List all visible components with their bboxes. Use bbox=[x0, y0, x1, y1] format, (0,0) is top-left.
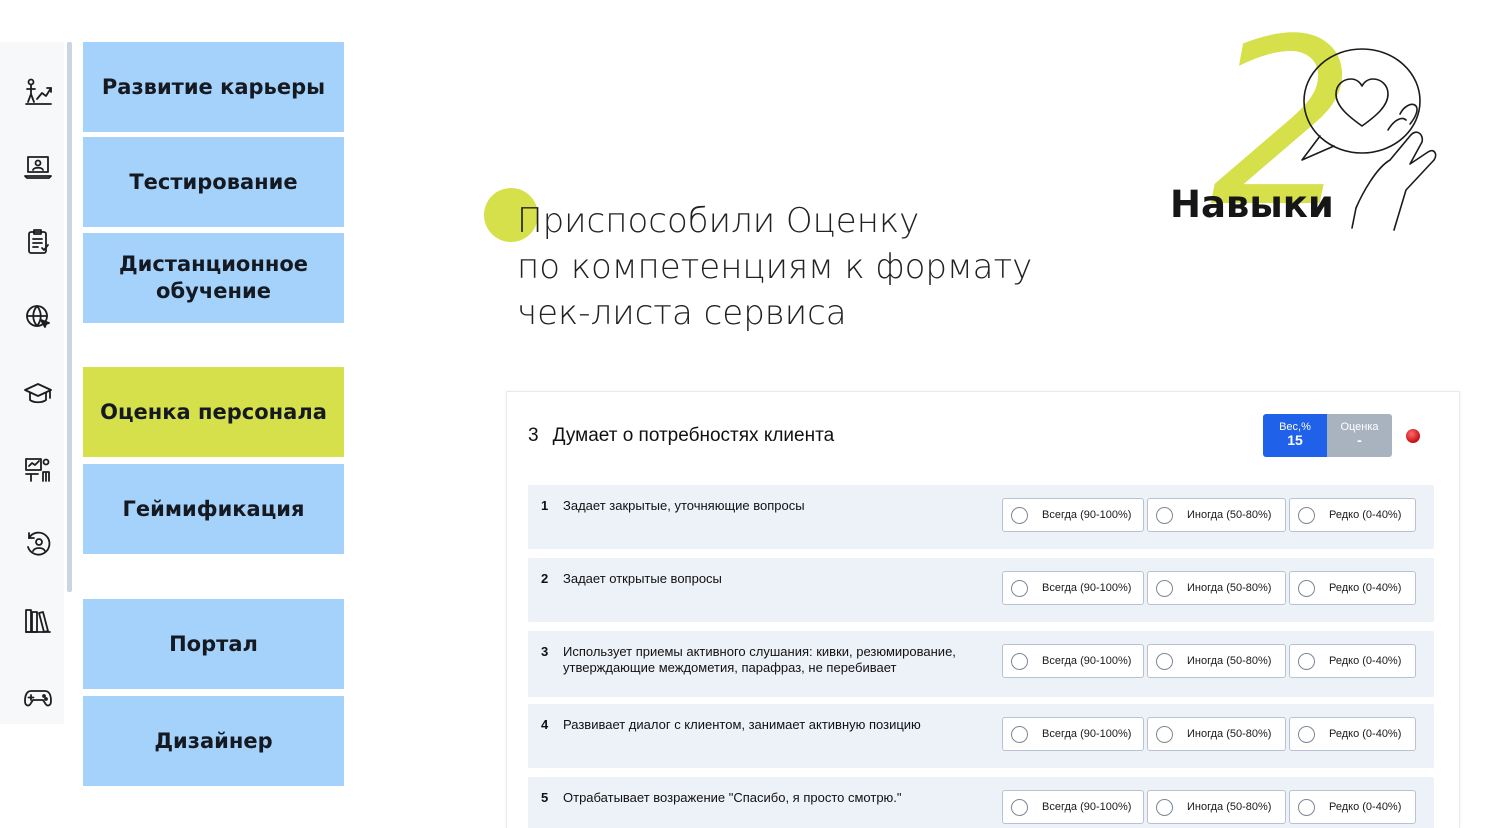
radio-button[interactable] bbox=[1156, 725, 1173, 743]
radio-button[interactable] bbox=[1156, 506, 1173, 524]
checklist-row: 4 Развивает диалог с клиентом, занимает … bbox=[528, 704, 1434, 768]
option-sometimes[interactable]: Иногда (50-80%) bbox=[1147, 498, 1286, 532]
radio-button[interactable] bbox=[1156, 798, 1173, 816]
row-number: 4 bbox=[541, 717, 549, 732]
row-text: Задает открытые вопросы bbox=[563, 571, 722, 586]
score-chip: Оценка - bbox=[1327, 414, 1392, 457]
menu-tile-label: Развитие карьеры bbox=[101, 74, 326, 99]
option-label: Всегда (90-100%) bbox=[1042, 655, 1132, 667]
option-label: Редко (0-40%) bbox=[1329, 801, 1402, 813]
radio-button[interactable] bbox=[1011, 506, 1028, 524]
clipboard-icon[interactable] bbox=[20, 224, 56, 260]
option-label: Иногда (50-80%) bbox=[1187, 728, 1272, 740]
option-always[interactable]: Всегда (90-100%) bbox=[1002, 717, 1144, 751]
weight-chip: Вес,% 15 bbox=[1263, 414, 1327, 457]
option-rarely[interactable]: Редко (0-40%) bbox=[1289, 644, 1416, 678]
section-header: 3 Думает о потребностях клиента bbox=[528, 425, 834, 447]
menu-tile-distance-learning[interactable]: Дистанционное обучение bbox=[83, 233, 344, 323]
checklist-card: 3 Думает о потребностях клиента Вес,% 15 … bbox=[506, 391, 1460, 828]
option-label: Всегда (90-100%) bbox=[1042, 509, 1132, 521]
radio-button[interactable] bbox=[1011, 798, 1028, 816]
menu-tile-label: Дистанционное обучение bbox=[118, 252, 309, 303]
radio-button[interactable] bbox=[1011, 652, 1028, 670]
checklist-row: 1 Задает закрытые, уточняющие вопросы Вс… bbox=[528, 485, 1434, 549]
menu-tile-staff-assessment[interactable]: Оценка персонала bbox=[83, 367, 344, 457]
menu-tile-label: Дизайнер bbox=[154, 728, 273, 753]
option-always[interactable]: Всегда (90-100%) bbox=[1002, 571, 1144, 605]
row-number: 3 bbox=[541, 644, 549, 659]
option-rarely[interactable]: Редко (0-40%) bbox=[1289, 790, 1416, 824]
section-title: Думает о потребностях клиента bbox=[552, 425, 835, 446]
row-number: 1 bbox=[541, 498, 549, 513]
row-number: 2 bbox=[541, 571, 549, 586]
menu-tile-label: Оценка персонала bbox=[100, 399, 327, 424]
radio-button[interactable] bbox=[1011, 579, 1028, 597]
checklist-row: 5 Отрабатывает возражение "Спасибо, я пр… bbox=[528, 777, 1434, 828]
option-sometimes[interactable]: Иногда (50-80%) bbox=[1147, 717, 1286, 751]
radio-button[interactable] bbox=[1156, 579, 1173, 597]
radio-button[interactable] bbox=[1298, 725, 1315, 743]
row-text: Отрабатывает возражение "Спасибо, я прос… bbox=[563, 790, 902, 805]
headline-line: по компетенциям к формату bbox=[517, 247, 1033, 287]
option-sometimes[interactable]: Иногда (50-80%) bbox=[1147, 644, 1286, 678]
headline-line: Приспособили Оценку bbox=[517, 201, 920, 241]
radio-button[interactable] bbox=[1298, 506, 1315, 524]
menu-tile-gamification[interactable]: Геймификация bbox=[83, 464, 344, 554]
status-indicator bbox=[1406, 429, 1420, 443]
menu-tile-career[interactable]: Развитие карьеры bbox=[83, 42, 344, 132]
menu-tile-testing[interactable]: Тестирование bbox=[83, 137, 344, 227]
row-number: 5 bbox=[541, 790, 549, 805]
globe-cursor-icon[interactable] bbox=[20, 299, 56, 335]
row-text: Развивает диалог с клиентом, занимает ак… bbox=[563, 717, 921, 732]
laptop-icon[interactable] bbox=[20, 149, 56, 185]
checklist-row: 2 Задает открытые вопросы Всегда (90-100… bbox=[528, 558, 1434, 622]
row-text: Использует приемы активного слушания: ки… bbox=[563, 644, 956, 675]
option-always[interactable]: Всегда (90-100%) bbox=[1002, 498, 1144, 532]
page-headline: Приспособили Оценку по компетенциям к фо… bbox=[517, 198, 1137, 336]
radio-button[interactable] bbox=[1298, 652, 1315, 670]
checklist-row: 3 Использует приемы активного слушания: … bbox=[528, 631, 1434, 697]
person-refresh-icon[interactable] bbox=[20, 526, 56, 562]
menu-tile-label: Тестирование bbox=[129, 169, 298, 194]
option-label: Всегда (90-100%) bbox=[1042, 728, 1132, 740]
option-label: Иногда (50-80%) bbox=[1187, 509, 1272, 521]
skills-label: Навыки bbox=[1170, 183, 1334, 226]
option-label: Иногда (50-80%) bbox=[1187, 582, 1272, 594]
score-value: - bbox=[1357, 432, 1362, 448]
menu-tile-label: Портал bbox=[169, 631, 258, 656]
option-label: Иногда (50-80%) bbox=[1187, 655, 1272, 667]
section-number: 3 bbox=[528, 425, 539, 446]
graduation-cap-icon[interactable] bbox=[20, 376, 56, 412]
option-rarely[interactable]: Редко (0-40%) bbox=[1289, 571, 1416, 605]
gamepad-icon[interactable] bbox=[20, 679, 56, 715]
radio-button[interactable] bbox=[1298, 579, 1315, 597]
option-label: Редко (0-40%) bbox=[1329, 582, 1402, 594]
option-rarely[interactable]: Редко (0-40%) bbox=[1289, 717, 1416, 751]
option-label: Всегда (90-100%) bbox=[1042, 582, 1132, 594]
option-always[interactable]: Всегда (90-100%) bbox=[1002, 790, 1144, 824]
radio-button[interactable] bbox=[1011, 725, 1028, 743]
weight-value: 15 bbox=[1287, 432, 1303, 448]
option-sometimes[interactable]: Иногда (50-80%) bbox=[1147, 571, 1286, 605]
option-rarely[interactable]: Редко (0-40%) bbox=[1289, 498, 1416, 532]
menu-tile-designer[interactable]: Дизайнер bbox=[83, 696, 344, 786]
option-label: Всегда (90-100%) bbox=[1042, 801, 1132, 813]
menu-tile-portal[interactable]: Портал bbox=[83, 599, 344, 689]
option-label: Редко (0-40%) bbox=[1329, 728, 1402, 740]
option-label: Редко (0-40%) bbox=[1329, 655, 1402, 667]
option-label: Иногда (50-80%) bbox=[1187, 801, 1272, 813]
presentation-icon[interactable] bbox=[20, 451, 56, 487]
career-growth-icon[interactable] bbox=[20, 74, 56, 110]
option-always[interactable]: Всегда (90-100%) bbox=[1002, 644, 1144, 678]
radio-button[interactable] bbox=[1298, 798, 1315, 816]
row-text: Задает закрытые, уточняющие вопросы bbox=[563, 498, 805, 513]
headline-line: чек-листа сервиса bbox=[517, 293, 847, 333]
option-sometimes[interactable]: Иногда (50-80%) bbox=[1147, 790, 1286, 824]
menu-tile-label: Геймификация bbox=[122, 496, 305, 521]
rail-scrollbar[interactable] bbox=[67, 42, 72, 592]
radio-button[interactable] bbox=[1156, 652, 1173, 670]
option-label: Редко (0-40%) bbox=[1329, 509, 1402, 521]
bookshelf-icon[interactable] bbox=[20, 603, 56, 639]
